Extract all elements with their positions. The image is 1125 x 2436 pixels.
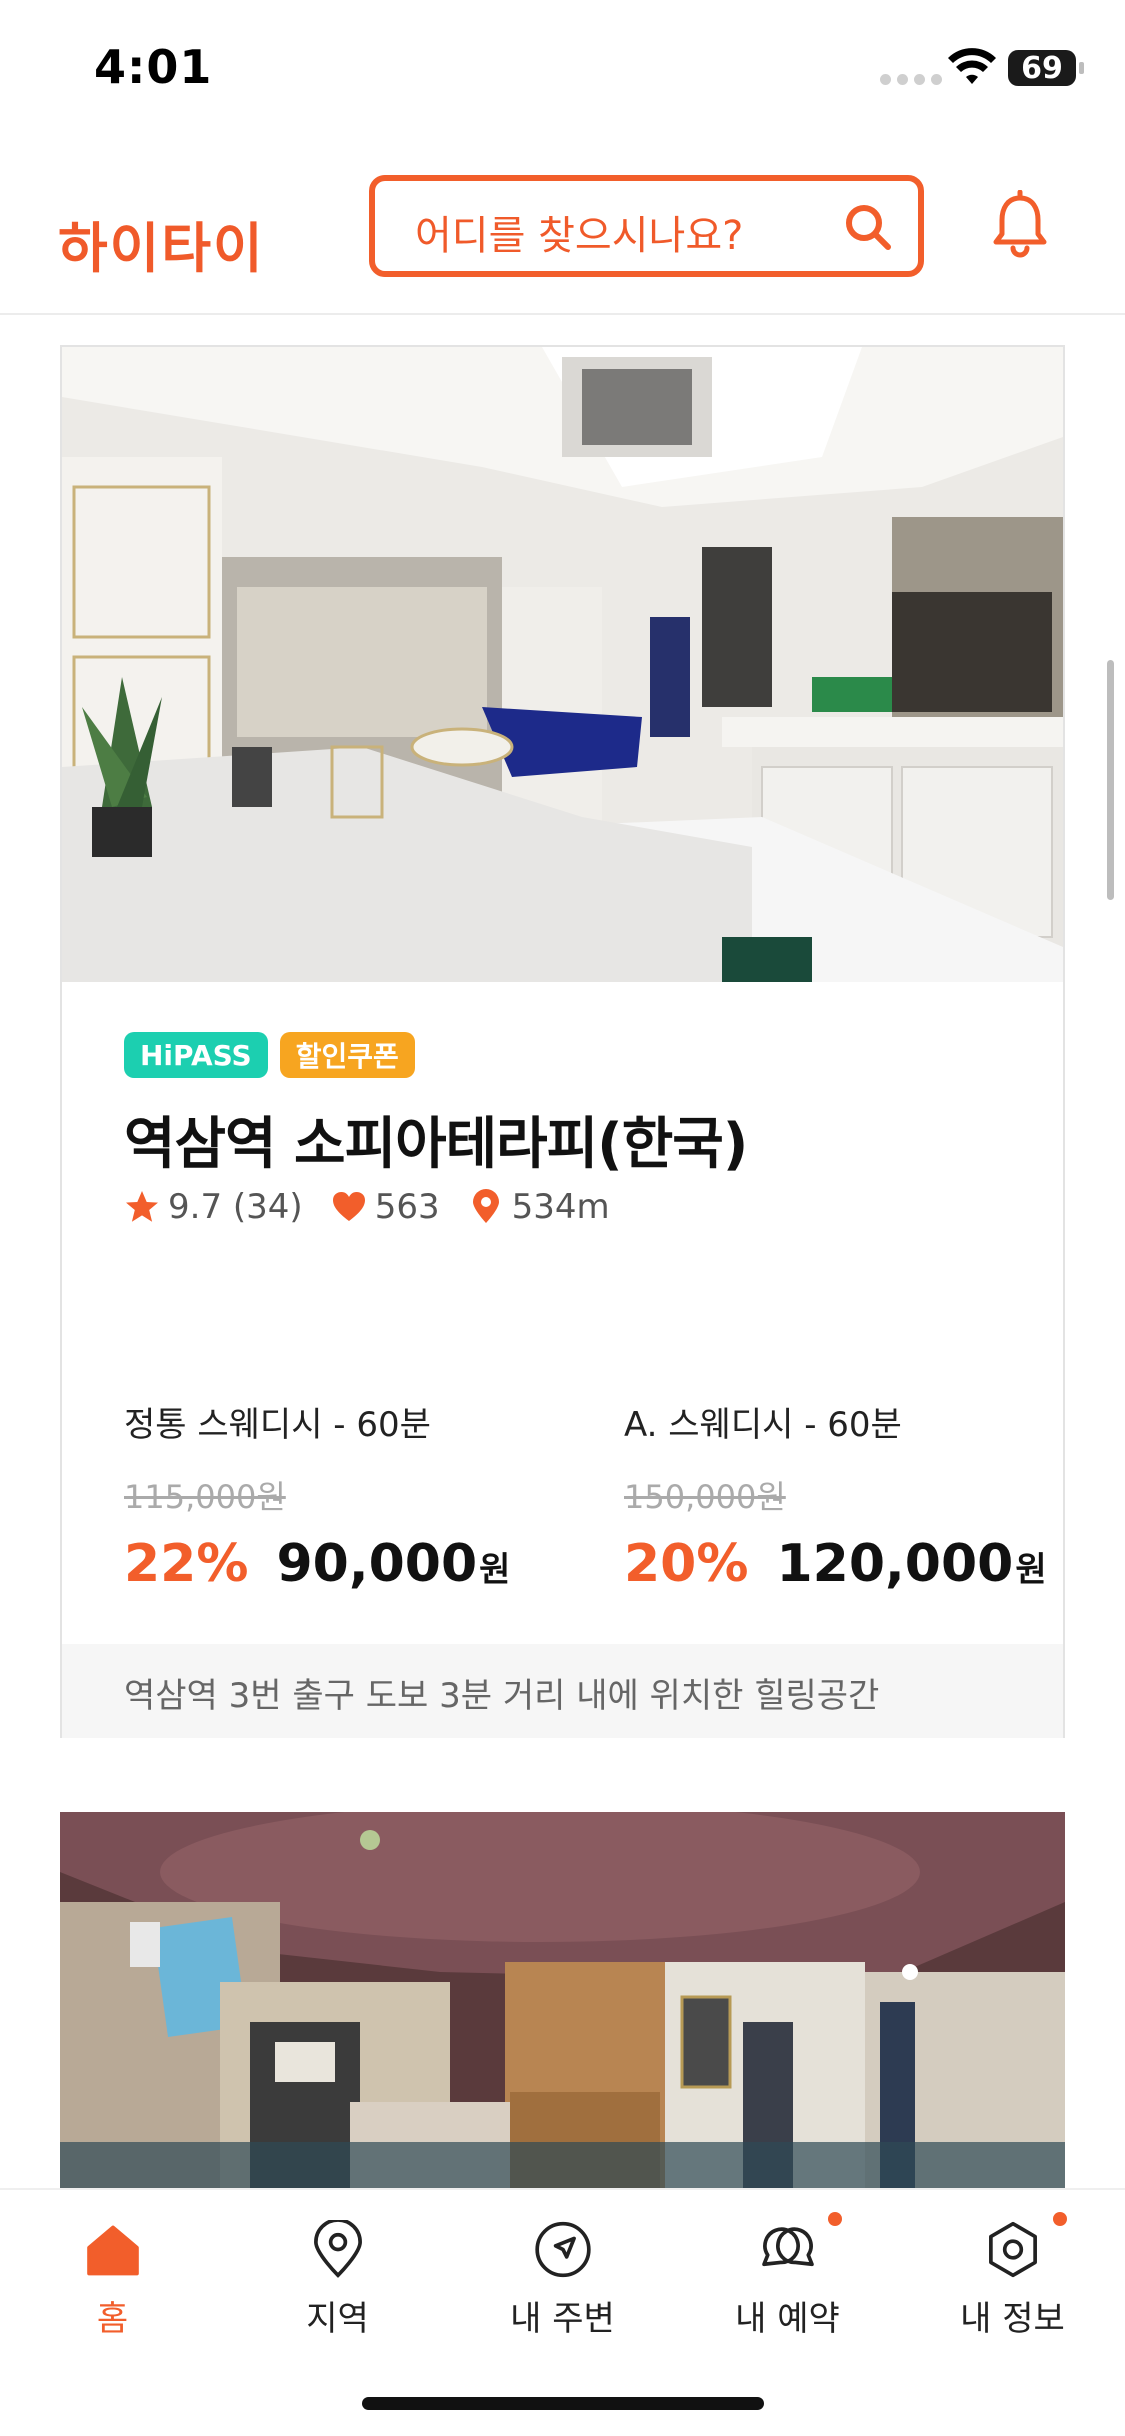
tab-home[interactable]: 홈 xyxy=(0,2190,225,2340)
heart-icon xyxy=(332,1192,365,1221)
bell-icon[interactable] xyxy=(990,190,1050,260)
wifi-icon xyxy=(948,48,996,84)
discount-rate: 22% xyxy=(124,1534,249,1594)
location-pin-icon xyxy=(472,1189,499,1223)
discount-rate: 20% xyxy=(624,1534,749,1594)
distance-value: 534m xyxy=(511,1187,610,1227)
tab-nearby[interactable]: 내 주변 xyxy=(450,2190,675,2340)
listing-card[interactable]: HiPASS 할인쿠폰 역삼역 소피아테라피(한국) 9.7 (34) 563 … xyxy=(60,345,1065,1738)
price-option-name: A. 스웨디시 - 60분 xyxy=(624,1405,902,1445)
rating-value: 9.7 xyxy=(168,1187,223,1227)
tab-label: 홈 xyxy=(96,2299,129,2339)
navigation-icon xyxy=(534,2221,591,2278)
tab-label: 지역 xyxy=(306,2299,369,2339)
battery-icon: 69 xyxy=(1008,50,1084,86)
price-option[interactable]: A. 스웨디시 - 60분 150,000원 20% 120,000 원 xyxy=(624,1397,1047,1594)
app-logo[interactable]: 하이타이 xyxy=(58,204,265,283)
currency-unit: 원 xyxy=(479,1550,511,1590)
profile-hexagon-icon xyxy=(988,2221,1037,2278)
likes: 563 xyxy=(331,1187,440,1227)
notification-dot xyxy=(828,2212,842,2226)
description-text: 역삼역 3번 출구 도보 3분 거리 내에 위치한 힐링공간 xyxy=(124,1676,880,1716)
search-placeholder[interactable]: 어디를 찾으시나요? xyxy=(415,203,743,261)
likes-count: 563 xyxy=(374,1187,440,1227)
map-pin-icon xyxy=(313,2220,362,2278)
home-icon xyxy=(86,2225,139,2276)
listing-photo[interactable] xyxy=(60,1812,1065,2192)
rating: 9.7 (34) xyxy=(124,1187,303,1227)
listing-title[interactable]: 역삼역 소피아테라피(한국) xyxy=(124,1099,748,1180)
original-price: 115,000원 xyxy=(124,1478,286,1516)
notification-dot xyxy=(1053,2212,1067,2226)
sale-price: 90,000 xyxy=(276,1534,478,1594)
listing-meta: 9.7 (34) 563 534m xyxy=(124,1187,638,1227)
distance: 534m xyxy=(468,1187,610,1227)
battery-level: 69 xyxy=(1021,50,1063,86)
tab-label: 내 예약 xyxy=(735,2299,840,2339)
tab-my-info[interactable]: 내 정보 xyxy=(900,2190,1125,2340)
cellular-signal-icon xyxy=(880,74,942,85)
scrollbar[interactable] xyxy=(1107,660,1114,900)
app-header: 하이타이 어디를 찾으시나요? xyxy=(0,160,1125,315)
tab-region[interactable]: 지역 xyxy=(225,2190,450,2340)
hipass-badge: HiPASS xyxy=(124,1032,268,1078)
review-count: (34) xyxy=(232,1187,303,1227)
status-time: 4:01 xyxy=(94,40,213,94)
price-option[interactable]: 정통 스웨디시 - 60분 115,000원 22% 90,000 원 xyxy=(124,1397,544,1594)
search-icon[interactable] xyxy=(842,201,894,253)
currency-unit: 원 xyxy=(1015,1550,1047,1590)
badge-row: HiPASS 할인쿠폰 xyxy=(124,1032,415,1078)
tab-label: 내 정보 xyxy=(960,2299,1065,2339)
listing-description: 역삼역 3번 출구 도보 3분 거리 내에 위치한 힐링공간 xyxy=(62,1644,1063,1738)
original-price: 150,000원 xyxy=(624,1478,786,1516)
home-indicator[interactable] xyxy=(362,2397,764,2410)
tab-reservations[interactable]: 내 예약 xyxy=(675,2190,900,2340)
search-bar[interactable]: 어디를 찾으시나요? xyxy=(369,175,924,277)
listing-photo[interactable] xyxy=(62,347,1063,982)
star-icon xyxy=(126,1191,158,1222)
tab-label: 내 주변 xyxy=(510,2299,615,2339)
price-option-name: 정통 스웨디시 - 60분 xyxy=(124,1405,431,1445)
coupon-badge: 할인쿠폰 xyxy=(279,1032,415,1078)
sale-price: 120,000 xyxy=(776,1534,1014,1594)
status-bar: 4:01 69 xyxy=(0,0,1125,140)
chat-bubbles-icon xyxy=(761,2227,814,2267)
